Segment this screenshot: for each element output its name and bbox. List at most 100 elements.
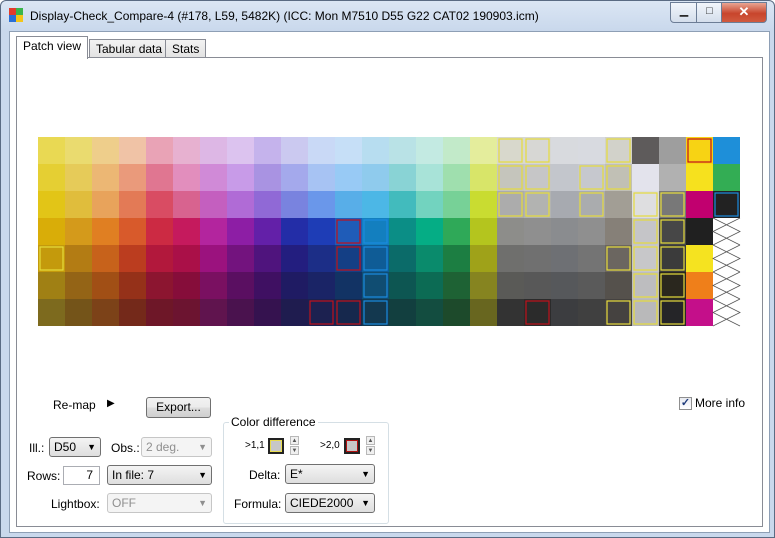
patch-r3-c5[interactable] [173,218,200,245]
patch-r0-c8[interactable] [254,137,281,164]
patch-r5-c12[interactable] [362,272,389,299]
patch-r5-c8[interactable] [254,272,281,299]
patch-r1-c23[interactable] [659,164,686,191]
patch-r2-c18[interactable] [524,191,551,218]
patch-r3-c16[interactable] [470,218,497,245]
patch-r0-c21[interactable] [605,137,632,164]
patch-r2-c3[interactable] [119,191,146,218]
patch-r5-c10[interactable] [308,272,335,299]
patch-r2-c6[interactable] [200,191,227,218]
patch-r6-c22[interactable] [632,299,659,326]
patch-r2-c15[interactable] [443,191,470,218]
patch-r6-c23[interactable] [659,299,686,326]
patch-r4-c25[interactable] [713,245,740,272]
patch-r5-c19[interactable] [551,272,578,299]
patch-r0-c18[interactable] [524,137,551,164]
patch-r4-c0[interactable] [38,245,65,272]
patch-r5-c9[interactable] [281,272,308,299]
patch-r2-c1[interactable] [65,191,92,218]
delta-select[interactable]: E* ▼ [285,464,375,484]
patch-r1-c12[interactable] [362,164,389,191]
patch-r1-c17[interactable] [497,164,524,191]
patch-r1-c14[interactable] [416,164,443,191]
patch-r2-c0[interactable] [38,191,65,218]
patch-r1-c9[interactable] [281,164,308,191]
patch-r6-c14[interactable] [416,299,443,326]
patch-r6-c11[interactable] [335,299,362,326]
patch-r4-c19[interactable] [551,245,578,272]
patch-r1-c25[interactable] [713,164,740,191]
patch-r1-c19[interactable] [551,164,578,191]
patch-r5-c11[interactable] [335,272,362,299]
patch-r2-c16[interactable] [470,191,497,218]
patch-r5-c0[interactable] [38,272,65,299]
patch-r5-c6[interactable] [200,272,227,299]
patch-grid[interactable] [17,58,762,358]
patch-r4-c21[interactable] [605,245,632,272]
patch-r4-c1[interactable] [65,245,92,272]
patch-r0-c25[interactable] [713,137,740,164]
patch-r0-c6[interactable] [200,137,227,164]
patch-r5-c3[interactable] [119,272,146,299]
spin-down-icon[interactable]: ▼ [366,446,375,455]
patch-r4-c6[interactable] [200,245,227,272]
patch-r1-c8[interactable] [254,164,281,191]
patch-r4-c12[interactable] [362,245,389,272]
patch-r6-c15[interactable] [443,299,470,326]
tab-stats[interactable]: Stats [165,39,207,58]
patch-r5-c5[interactable] [173,272,200,299]
patch-r6-c12[interactable] [362,299,389,326]
patch-r1-c22[interactable] [632,164,659,191]
patch-r6-c5[interactable] [173,299,200,326]
threshold1-spinner[interactable]: ▲ ▼ [290,436,299,456]
patch-r3-c11[interactable] [335,218,362,245]
patch-r3-c3[interactable] [119,218,146,245]
patch-r5-c17[interactable] [497,272,524,299]
patch-r1-c6[interactable] [200,164,227,191]
patch-r0-c13[interactable] [389,137,416,164]
patch-r6-c0[interactable] [38,299,65,326]
patch-r5-c1[interactable] [65,272,92,299]
patch-r1-c16[interactable] [470,164,497,191]
patch-r0-c2[interactable] [92,137,119,164]
patch-r0-c20[interactable] [578,137,605,164]
patch-r2-c4[interactable] [146,191,173,218]
patch-r5-c14[interactable] [416,272,443,299]
patch-r0-c17[interactable] [497,137,524,164]
patch-r5-c20[interactable] [578,272,605,299]
tab-tabular-data[interactable]: Tabular data [89,39,170,58]
patch-r1-c18[interactable] [524,164,551,191]
patch-r3-c10[interactable] [308,218,335,245]
patch-r3-c2[interactable] [92,218,119,245]
title-bar[interactable]: Display-Check_Compare-4 (#178, L59, 5482… [1,1,775,31]
patch-r2-c5[interactable] [173,191,200,218]
patch-r1-c3[interactable] [119,164,146,191]
remap-arrow-icon[interactable]: ▶ [107,398,115,409]
patch-r0-c24[interactable] [686,137,713,164]
patch-r4-c18[interactable] [524,245,551,272]
patch-r5-c24[interactable] [686,272,713,299]
threshold2-swatch[interactable] [344,438,360,454]
patch-r2-c13[interactable] [389,191,416,218]
patch-r1-c0[interactable] [38,164,65,191]
patch-r1-c4[interactable] [146,164,173,191]
patch-r2-c11[interactable] [335,191,362,218]
patch-r2-c24[interactable] [686,191,713,218]
patch-r4-c7[interactable] [227,245,254,272]
patch-r2-c23[interactable] [659,191,686,218]
patch-r1-c2[interactable] [92,164,119,191]
patch-r3-c8[interactable] [254,218,281,245]
patch-r1-c15[interactable] [443,164,470,191]
patch-r5-c13[interactable] [389,272,416,299]
patch-r6-c2[interactable] [92,299,119,326]
patch-r2-c21[interactable] [605,191,632,218]
patch-r5-c21[interactable] [605,272,632,299]
patch-r3-c25[interactable] [713,218,740,245]
patch-r0-c16[interactable] [470,137,497,164]
patch-r2-c2[interactable] [92,191,119,218]
patch-r4-c5[interactable] [173,245,200,272]
rows-input[interactable]: 7 [63,466,100,485]
patch-r5-c4[interactable] [146,272,173,299]
patch-r6-c9[interactable] [281,299,308,326]
patch-r0-c9[interactable] [281,137,308,164]
